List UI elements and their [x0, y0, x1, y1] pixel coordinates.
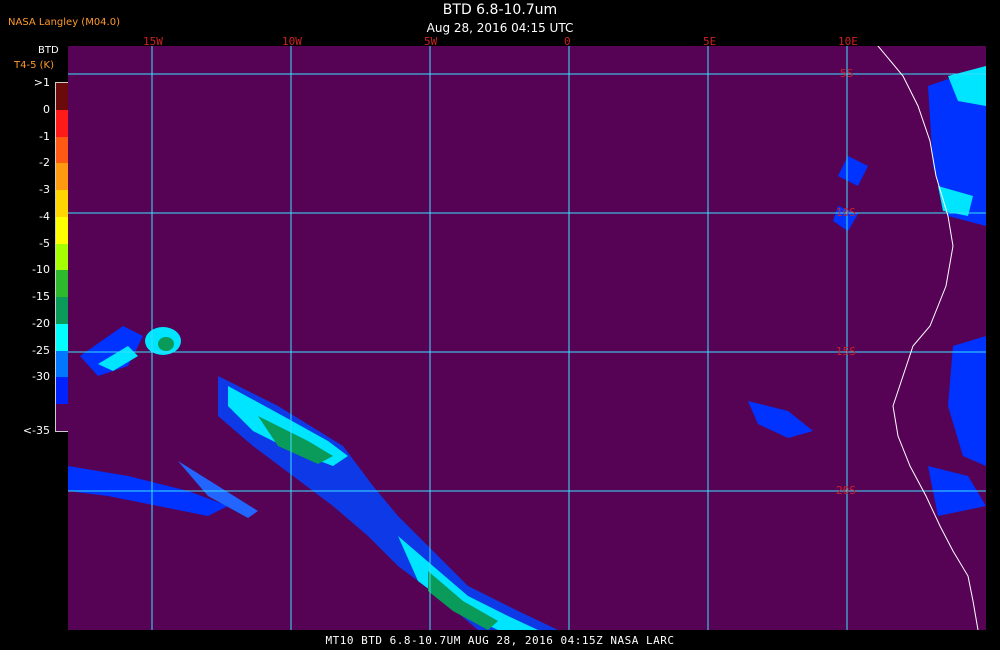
legend-tick-label: -3 [39, 183, 50, 197]
lon-label-10w: 10W [282, 35, 302, 48]
legend-tick-label: -2 [39, 156, 50, 170]
legend-tick-label: -5 [39, 236, 50, 250]
legend-tick-label: -15 [32, 290, 50, 304]
legend-units: T4-5 (K) [14, 60, 54, 71]
lon-label-10e: 10E [838, 35, 858, 48]
legend-tick-label: 0 [43, 102, 50, 116]
legend-tick-label: -1 [39, 129, 50, 143]
legend-title: BTD [38, 45, 59, 56]
legend-tick-label: -10 [32, 263, 50, 277]
lon-label-15w: 15W [143, 35, 163, 48]
legend-tick-label: -30 [32, 370, 50, 384]
legend-tick-label: >1 [33, 76, 50, 89]
lon-label-5w: 5W [424, 35, 438, 48]
lat-label-10s: 10S [836, 206, 856, 219]
map-timestamp: Aug 28, 2016 04:15 UTC [426, 21, 574, 35]
legend-tick-label: -25 [32, 343, 50, 357]
footer-caption: MT10 BTD 6.8-10.7UM AUG 28, 2016 04:15Z … [325, 634, 675, 647]
lat-label-5s: 5S [840, 67, 854, 80]
satellite-map[interactable] [68, 46, 986, 630]
legend-tick-label: -4 [39, 209, 50, 223]
lat-lon-grid [68, 46, 986, 630]
legend-tick-label: -20 [32, 316, 50, 330]
lat-label-15s: 15S [836, 345, 856, 358]
lon-label-0: 0 [564, 35, 571, 48]
lat-label-20s: 20S [836, 484, 856, 497]
map-canvas [68, 46, 986, 630]
legend-tick-label: <-35 [22, 424, 50, 437]
lon-label-5e: 5E [703, 35, 717, 48]
map-title: BTD 6.8-10.7um [442, 2, 558, 18]
